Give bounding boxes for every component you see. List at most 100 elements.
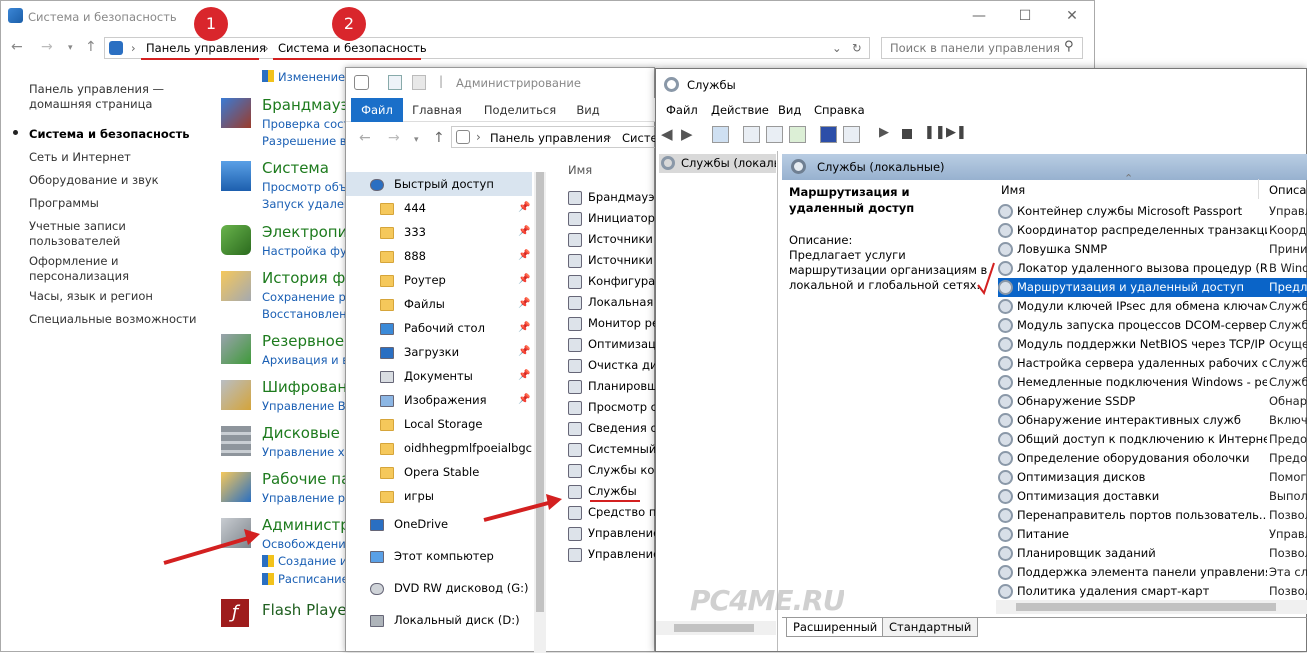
category-power[interactable]: Электропит <box>262 223 346 241</box>
control-panel-icon <box>109 41 123 55</box>
category-backup[interactable]: Резервное к <box>262 332 346 350</box>
category-link[interactable]: Проверка сост <box>262 117 346 131</box>
forward-arrow-icon[interactable]: → <box>41 39 53 55</box>
category-link[interactable]: Сохранение рез <box>262 290 346 304</box>
list-item[interactable]: Планировщ <box>568 376 656 397</box>
table-row[interactable]: Общий доступ к подключению к Интерне... П… <box>998 430 1307 449</box>
category-flash[interactable]: Flash Player <box>262 601 346 619</box>
table-row[interactable]: Обнаружение интерактивных служб Включ <box>998 411 1307 430</box>
table-row[interactable]: Политика удаления смарт-карт Позвол <box>998 582 1307 601</box>
sidebar-home[interactable]: Панель управления — домашняя страница <box>29 82 164 112</box>
table-row[interactable]: Локатор удаленного вызова процедур (RPC)… <box>998 259 1307 278</box>
bitlocker-icon <box>221 380 251 410</box>
table-row[interactable]: Поддержка элемента панели управления ...… <box>998 563 1307 582</box>
table-row[interactable]: Питание Управл <box>998 525 1307 544</box>
h-scrollbar[interactable] <box>996 600 1307 614</box>
chevron-down-icon[interactable]: ⌄ <box>832 41 842 55</box>
list-item[interactable]: Управление <box>568 544 656 565</box>
table-row[interactable]: Контейнер службы Microsoft Passport Управ… <box>998 202 1307 221</box>
list-item[interactable]: Службы ко <box>568 460 656 481</box>
sidebar-appearance[interactable]: Оформление и персонализация <box>29 254 154 284</box>
sidebar-accounts[interactable]: Учетные записи пользователей <box>29 219 139 249</box>
list-item[interactable]: Службы <box>568 481 656 502</box>
tab-extended[interactable]: Расширенный <box>786 618 885 637</box>
chevron-down-icon[interactable]: ▾ <box>68 43 73 53</box>
table-row[interactable]: Модуль поддержки NetBIOS через TCP/IP Осу… <box>998 335 1307 354</box>
category-system[interactable]: Система <box>262 159 346 177</box>
service-name: Немедленные подключения Windows - ре... <box>1017 375 1267 389</box>
list-item[interactable]: Очистка ди <box>568 355 656 376</box>
list-item[interactable]: Инициатор <box>568 208 656 229</box>
table-row[interactable]: Модули ключей IPsec для обмена ключам...… <box>998 297 1307 316</box>
admin-tool-icon <box>568 442 582 457</box>
sidebar-programs[interactable]: Программы <box>29 196 99 211</box>
category-link[interactable]: Управление Bit <box>262 399 346 413</box>
table-row[interactable]: Обнаружение SSDP Обнару <box>998 392 1307 411</box>
list-item[interactable]: Системный <box>568 439 656 460</box>
breadcrumb-system-security[interactable]: Система и безопасность <box>278 41 427 55</box>
table-row[interactable]: Немедленные подключения Windows - ре... С… <box>998 373 1307 392</box>
category-bitlocker[interactable]: Шифровани <box>262 378 346 396</box>
category-link[interactable]: Восстановлен <box>262 307 346 321</box>
table-row[interactable]: Планировщик заданий Позвол <box>998 544 1307 563</box>
close-icon[interactable]: ✕ <box>1049 1 1095 32</box>
table-row[interactable]: Определение оборудования оболочки Предос <box>998 449 1307 468</box>
table-row[interactable]: Оптимизация доставки Выпол <box>998 487 1307 506</box>
list-item[interactable]: Монитор ре <box>568 313 656 334</box>
list-item[interactable]: Брандмауэр <box>568 187 656 208</box>
up-arrow-icon[interactable]: ↑ <box>85 39 97 55</box>
list-item[interactable]: Просмотр с <box>568 397 656 418</box>
scroll-thumb[interactable] <box>1016 603 1276 611</box>
category-admin-tools[interactable]: Администри <box>262 516 346 534</box>
search-input[interactable]: Поиск в панели управления <box>881 37 1083 59</box>
list-item[interactable]: Сведения о <box>568 418 656 439</box>
list-item[interactable]: Средство пр <box>568 502 656 523</box>
category-link[interactable]: Освобождение <box>262 537 346 551</box>
category-link[interactable]: Разрешение вза <box>262 134 346 148</box>
service-description: Позвол <box>1269 508 1307 522</box>
breadcrumb-control-panel[interactable]: Панель управления <box>146 41 266 55</box>
category-firewall[interactable]: Брандмауэр <box>262 96 346 114</box>
list-item[interactable]: Оптимизаци <box>568 334 656 355</box>
gear-icon <box>998 375 1013 390</box>
table-row[interactable]: Перенаправитель портов пользователь... По… <box>998 506 1307 525</box>
table-row[interactable]: Настройка сервера удаленных рабочих ст..… <box>998 354 1307 373</box>
sidebar-hardware[interactable]: Оборудование и звук <box>29 173 159 188</box>
list-item[interactable]: Локальная <box>568 292 656 313</box>
minimize-icon[interactable]: — <box>956 1 1002 32</box>
table-row[interactable]: Оптимизация дисков Помога <box>998 468 1307 487</box>
list-item[interactable]: Источники <box>568 229 656 250</box>
title-bar[interactable]: Система и безопасность — ☐ ✕ <box>1 1 1096 32</box>
category-link[interactable]: Запуск удален <box>262 197 346 211</box>
list-item[interactable]: Конфигурац <box>568 271 656 292</box>
sidebar-system-security[interactable]: Система и безопасность <box>29 127 190 142</box>
category-link[interactable]: Управление раб <box>262 491 346 505</box>
list-item[interactable]: Источники <box>568 250 656 271</box>
category-link[interactable]: Управление хра <box>262 445 346 459</box>
search-icon[interactable]: ⚲ <box>1064 39 1074 54</box>
category-storage[interactable]: Дисковые п <box>262 424 346 442</box>
change-link[interactable]: Изменение <box>278 70 345 84</box>
category-link[interactable]: Создание и фо <box>278 554 346 568</box>
category-link[interactable]: Архивация и во <box>262 353 346 367</box>
tab-standard[interactable]: Стандартный <box>882 618 979 637</box>
maximize-icon[interactable]: ☐ <box>1002 1 1048 32</box>
address-bar[interactable]: › Панель управления › Система и безопасн… <box>104 37 870 59</box>
refresh-icon[interactable]: ↻ <box>852 41 862 55</box>
sidebar-network[interactable]: Сеть и Интернет <box>29 150 131 165</box>
category-link[interactable]: Расписание <box>278 572 346 586</box>
gear-icon <box>998 584 1013 599</box>
sidebar-clock[interactable]: Часы, язык и регион <box>29 289 153 304</box>
table-row[interactable]: Маршрутизация и удаленный доступ Предла <box>998 278 1307 297</box>
back-arrow-icon[interactable]: ← <box>11 39 23 55</box>
service-description: Служба <box>1269 318 1307 332</box>
table-row[interactable]: Координатор распределенных транзакций Коо… <box>998 221 1307 240</box>
table-row[interactable]: Ловушка SNMP Прини <box>998 240 1307 259</box>
category-file-history[interactable]: История фа <box>262 269 346 287</box>
category-link[interactable]: Просмотр объе <box>262 180 346 194</box>
category-work-folders[interactable]: Рабочие пап <box>262 470 346 488</box>
table-row[interactable]: Модуль запуска процессов DCOM-сервера Слу… <box>998 316 1307 335</box>
list-item[interactable]: Управление <box>568 523 656 544</box>
category-link[interactable]: Настройка фун <box>262 244 346 258</box>
sidebar-accessibility[interactable]: Специальные возможности <box>29 312 196 327</box>
